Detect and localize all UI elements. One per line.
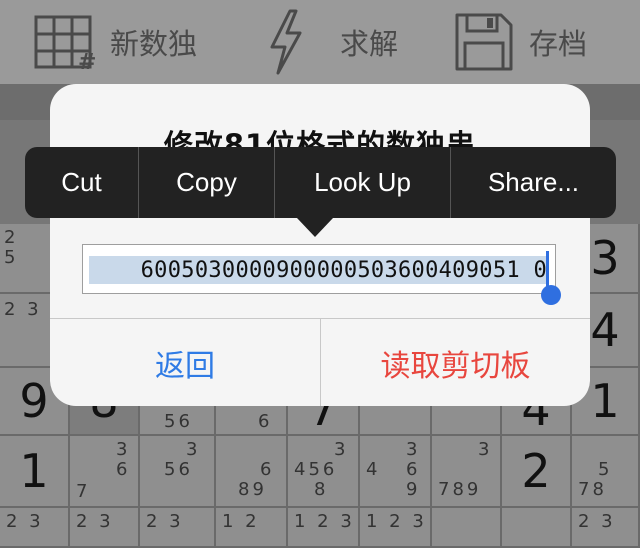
grid-cell[interactable]: 2 3 [140, 508, 216, 548]
edit-menu-arrow [297, 218, 333, 237]
cell-candidates: 3 [334, 439, 349, 460]
save-label: 存档 [529, 27, 588, 61]
menu-item-look-up[interactable]: Look Up [275, 147, 450, 218]
edit-sudoku-string-dialog: 修改81位格式的数独串 6005030000900000503600409051… [50, 84, 590, 406]
grid-cell[interactable]: 1 2 3 [288, 508, 360, 548]
cell-candidates: 2 3 [578, 511, 616, 532]
grid-cell[interactable]: 2 [502, 436, 572, 508]
grid-cell[interactable]: 3 6 7 [70, 436, 140, 508]
cell-candidates: 2 3 [4, 299, 42, 320]
cell-candidates: 56 [164, 459, 193, 480]
cell-candidates: 7 [76, 481, 91, 502]
cell-candidates: 9 [406, 479, 421, 500]
cell-candidates: 6 [258, 411, 273, 432]
save-button[interactable]: 存档 [453, 0, 587, 84]
grid-cell[interactable] [432, 508, 502, 548]
grid-cell[interactable]: 3 456 8 [288, 436, 360, 508]
sudoku-string-value: 6005030000900000503600409051 0 [140, 258, 547, 283]
new-sudoku-label: 新数独 [110, 27, 198, 61]
selection-caret[interactable] [546, 251, 549, 289]
grid-cell[interactable] [502, 508, 572, 548]
grid-cell[interactable]: 6 89 [216, 436, 288, 508]
grid-hash-icon: # [34, 13, 96, 71]
cell-candidates: 5 [4, 247, 19, 268]
grid-cell[interactable]: 2 3 [0, 508, 70, 548]
cell-candidates: 456 [294, 459, 338, 480]
grid-cell[interactable]: 2 3 [572, 508, 640, 548]
cell-digit: 2 [521, 444, 551, 498]
cell-candidates: 1 2 [222, 511, 260, 532]
grid-cell[interactable]: 3 789 [432, 436, 502, 508]
menu-item-copy[interactable]: Copy [139, 147, 274, 218]
cell-candidates: 2 [4, 227, 19, 248]
cell-candidates: 3 [406, 439, 421, 460]
svg-text:#: # [78, 50, 96, 71]
selection-handle[interactable] [541, 285, 561, 305]
grid-cell[interactable]: 1 2 3 [360, 508, 432, 548]
grid-cell[interactable]: 5 78 [572, 436, 640, 508]
cell-digit: 1 [19, 444, 49, 498]
new-sudoku-button[interactable]: # 新数独 [34, 0, 197, 84]
cell-candidates: 5 [598, 459, 613, 480]
cell-candidates: 6 [260, 459, 275, 480]
cell-candidates: 2 3 [6, 511, 44, 532]
cell-candidates: 89 [238, 479, 267, 500]
cell-candidates: 56 [164, 411, 193, 432]
floppy-disk-icon [453, 11, 515, 73]
toolbar: # 新数独 求解 存档 [0, 0, 640, 84]
cell-candidates: 2 3 [76, 511, 114, 532]
back-button[interactable]: 返回 [50, 319, 320, 406]
cell-candidates: 2 3 [146, 511, 184, 532]
solve-button[interactable]: 求解 [268, 0, 398, 84]
grid-cell[interactable]: 3 4 6 9 [360, 436, 432, 508]
sudoku-string-input[interactable]: 6005030000900000503600409051 0 [82, 244, 561, 305]
grid-cell[interactable]: 1 2 [216, 508, 288, 548]
menu-item-share[interactable]: Share... [451, 147, 616, 218]
solve-label: 求解 [340, 27, 399, 61]
read-clipboard-button[interactable]: 读取剪切板 [321, 319, 590, 406]
cell-candidates: 3 [186, 439, 201, 460]
grid-cell[interactable]: 3 56 [140, 436, 216, 508]
cell-candidates: 3 [478, 439, 493, 460]
menu-item-cut[interactable]: Cut [25, 147, 138, 218]
cell-candidates: 789 [438, 479, 482, 500]
lightning-icon [268, 9, 304, 75]
edit-menu: Cut Copy Look Up Share... [25, 147, 616, 218]
grid-cell[interactable]: 2 3 [70, 508, 140, 548]
cell-candidates: 1 2 3 [294, 511, 355, 532]
cell-candidates: 3 [116, 439, 131, 460]
cell-candidates: 6 [116, 459, 131, 480]
grid-cell[interactable]: 1 [0, 436, 70, 508]
cell-candidates: 8 [314, 479, 329, 500]
cell-candidates: 78 [578, 479, 607, 500]
cell-candidates: 6 [406, 459, 421, 480]
cell-candidates: 1 2 3 [366, 511, 427, 532]
cell-candidates: 4 [366, 459, 381, 480]
